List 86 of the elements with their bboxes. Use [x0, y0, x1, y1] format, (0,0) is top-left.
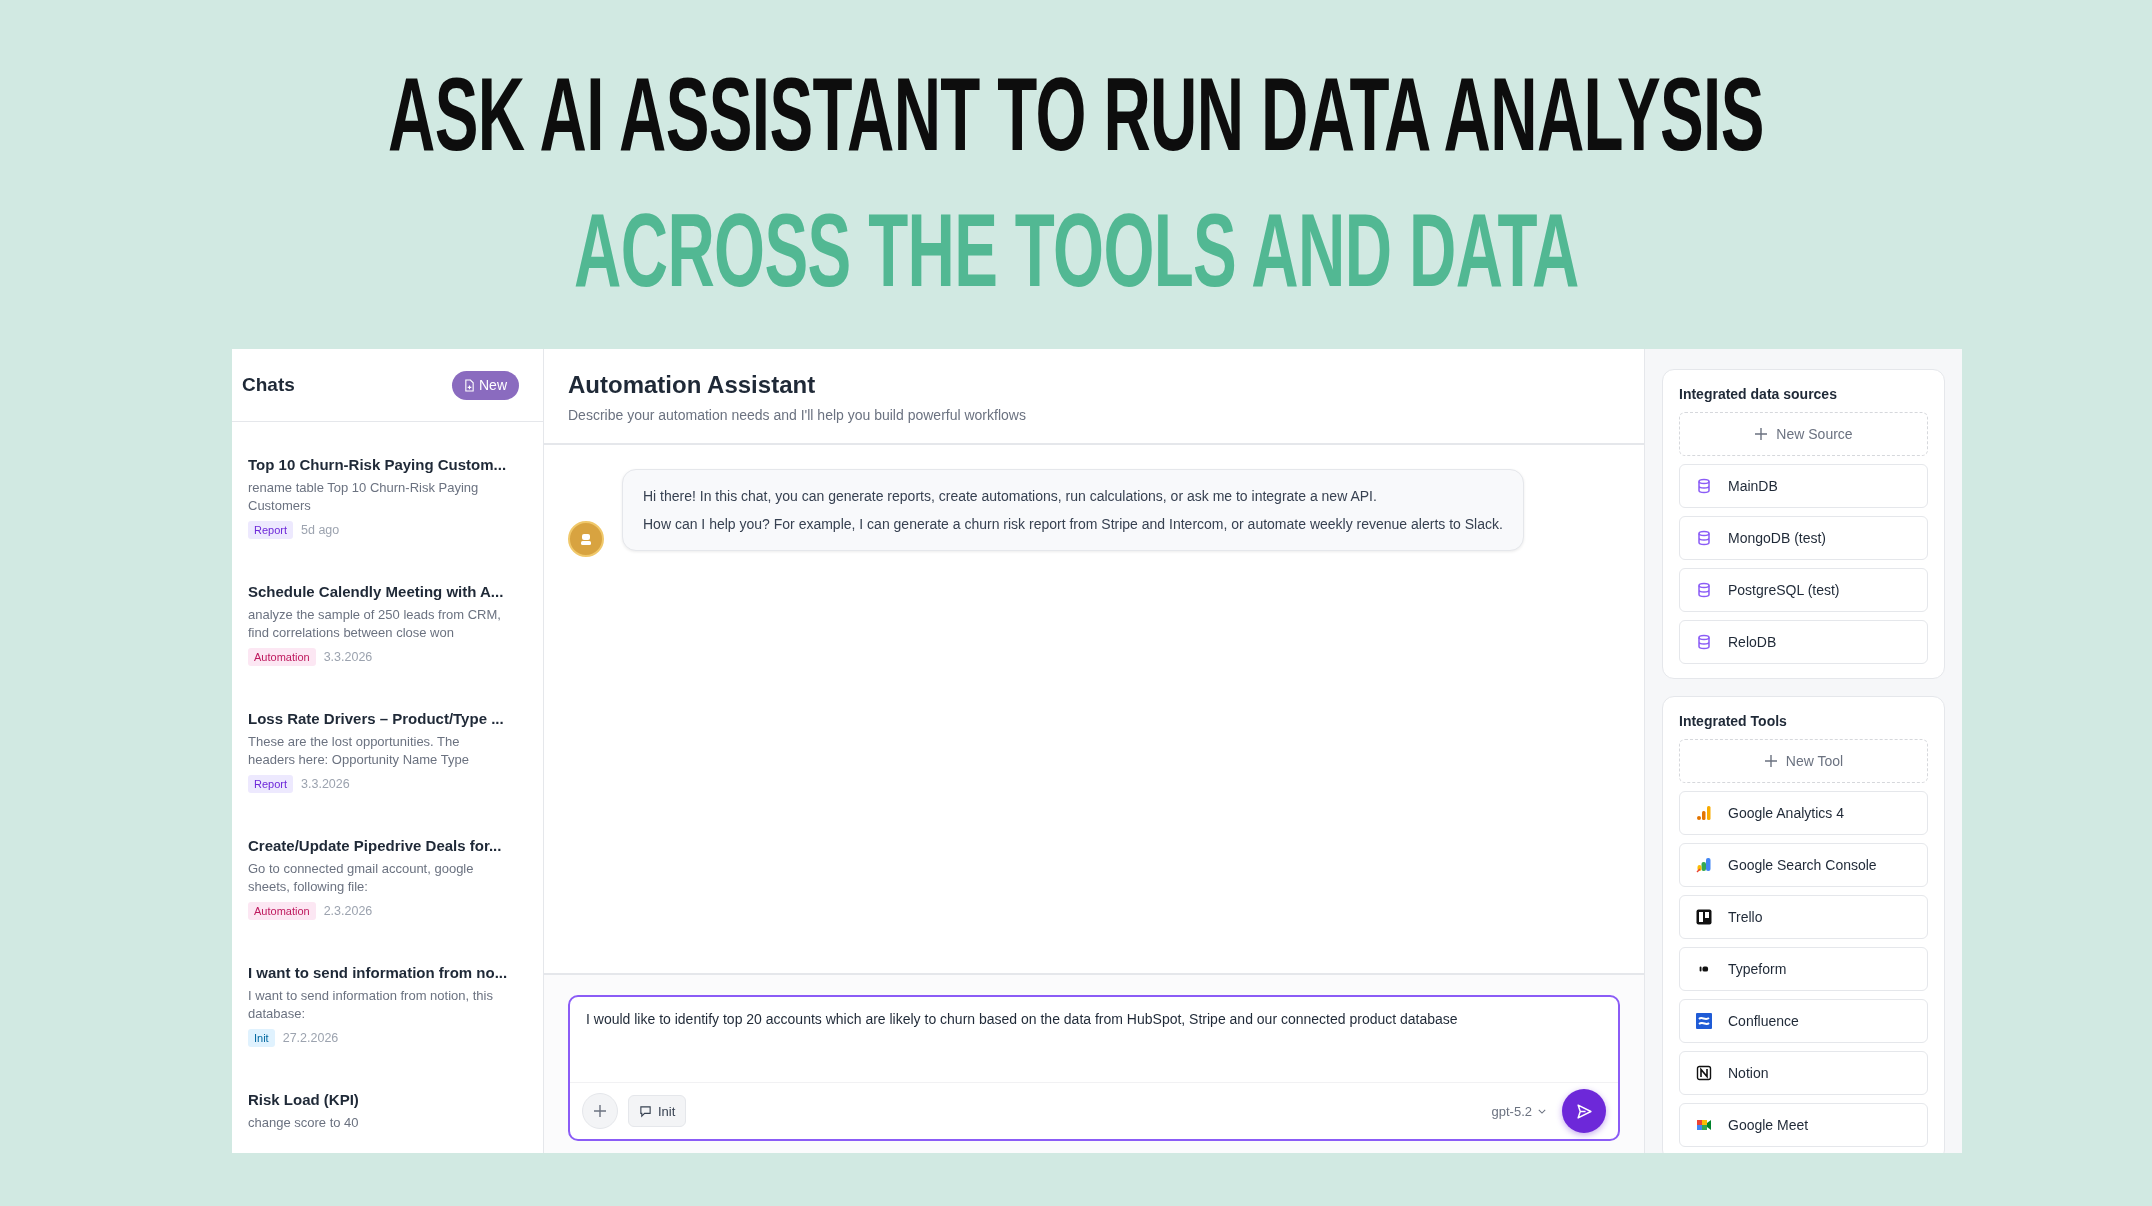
new-document-icon: [464, 378, 475, 392]
chat-item[interactable]: Schedule Calendly Meeting with A... analyze the sample of 250 leads from CRM, find correlations between close won Automation 3.3.2026: [248, 583, 527, 666]
mode-button[interactable]: Init: [628, 1095, 687, 1127]
chat-date: 3.3.2026: [323, 650, 373, 664]
database-icon: [1696, 478, 1712, 494]
chat-tag: Report: [248, 521, 294, 539]
database-icon: [1696, 582, 1712, 598]
integration-name: ReloDB: [1728, 634, 1777, 650]
plus-icon: [1754, 427, 1769, 441]
bar-chart-icon: [1696, 805, 1712, 821]
database-icon: [1696, 530, 1712, 546]
add-button[interactable]: New Source: [1679, 412, 1928, 456]
message-input[interactable]: I would like to identify top 20 accounts which are likely to churn based on the data from HubSpot, Stripe and our connected product database Init gpt-5.2: [568, 995, 1620, 1141]
headline: ASK AI ASSISTANT TO RUN DATA ANALYSIS: [388, 62, 1764, 166]
bot-avatar: [568, 521, 604, 557]
model-selector[interactable]: gpt-5.2: [1485, 1102, 1552, 1120]
integration-item[interactable]: Confluence: [1679, 999, 1928, 1043]
message-text-value: I would like to identify top 20 accounts which are likely to churn based on the data from HubSpot, Stripe and our connected product database: [570, 997, 1618, 1083]
send-icon: [1575, 1102, 1593, 1120]
chat-date: 3.3.2026: [301, 777, 350, 791]
chat-title: Loss Rate Drivers – Product/Type ...: [248, 710, 505, 727]
integration-item[interactable]: Google Meet: [1679, 1103, 1928, 1147]
chat-date: 5d ago: [301, 523, 340, 537]
chat-tag: Report: [248, 775, 294, 793]
integration-name: Google Search Console: [1728, 857, 1877, 873]
integration-item[interactable]: MongoDB (test): [1679, 516, 1928, 560]
integration-item[interactable]: ReloDB: [1679, 620, 1928, 664]
bar-chart-icon: [1696, 857, 1712, 873]
send-button[interactable]: [1562, 1089, 1606, 1133]
chat-preview: Go to connected gmail account, google sheets, following file:: [248, 860, 475, 896]
chat-title: Schedule Calendly Meeting with A...: [248, 583, 505, 600]
plus-icon: [593, 1104, 607, 1118]
chat-item[interactable]: Top 10 Churn-Risk Paying Custom... rename table Top 10 Churn-Risk Paying Customers Report 5d ago: [248, 456, 527, 539]
chevron-down-icon: [1538, 1108, 1546, 1114]
chat-tag: Init: [248, 1029, 275, 1047]
integration-item[interactable]: Typeform: [1679, 947, 1928, 991]
integration-name: Typeform: [1728, 961, 1787, 977]
chat-title: Create/Update Pipedrive Deals for...: [248, 837, 503, 854]
chat-preview: analyze the sample of 250 leads from CRM, find correlations between close won: [248, 606, 502, 642]
integration-name: MongoDB (test): [1728, 530, 1827, 546]
chat-item[interactable]: Loss Rate Drivers – Product/Type ... These are the lost opportunities. The headers here: Opportunity Name Type Report 3.3.2026: [248, 710, 527, 793]
board-icon: [1696, 909, 1712, 925]
plus-icon: [1763, 754, 1778, 768]
attach-button[interactable]: [582, 1093, 618, 1129]
sidebar-title: Chats: [242, 374, 295, 396]
integration-item[interactable]: Google Search Console: [1679, 843, 1928, 887]
integration-name: Trello: [1728, 909, 1763, 925]
chat-preview: I want to send information from notion, this database:: [248, 987, 494, 1023]
database-icon: [1696, 634, 1712, 650]
chat-preview: These are the lost opportunities. The headers here: Opportunity Name Type: [248, 733, 470, 769]
card-title: Integrated Tools: [1679, 713, 1788, 729]
integration-name: MainDB: [1728, 478, 1778, 494]
integration-name: Confluence: [1728, 1013, 1799, 1029]
chat-date: 2.3.2026: [323, 904, 373, 918]
confluence-icon: [1696, 1013, 1712, 1029]
message-text: Hi there! In this chat, you can generate reports, create automations, run calculations, or ask me to integrate a new API.: [643, 488, 1378, 504]
integration-item[interactable]: Google Analytics 4: [1679, 791, 1928, 835]
chat-tag: Automation: [248, 902, 316, 920]
message-text: How can I help you? For example, I can generate a churn risk report from Stripe and Intercom, or automate weekly revenue alerts to Slack.: [643, 516, 1503, 532]
chat-title: Risk Load (KPI): [248, 1091, 360, 1108]
integration-item[interactable]: MainDB: [1679, 464, 1928, 508]
chat-tag: Automation: [248, 648, 316, 666]
integration-name: Google Analytics 4: [1728, 805, 1844, 821]
integration-item[interactable]: Trello: [1679, 895, 1928, 939]
page-subtitle: Describe your automation needs and I'll help you build powerful workflows: [568, 407, 1027, 423]
chat-preview: rename table Top 10 Churn-Risk Paying Customers: [248, 479, 480, 515]
chat-item[interactable]: I want to send information from no... I want to send information from notion, this database: Init 27.2.2026: [248, 964, 527, 1047]
page-title: Automation Assistant: [568, 371, 817, 399]
integration-item[interactable]: Notion: [1679, 1051, 1928, 1095]
add-button[interactable]: New Tool: [1679, 739, 1928, 783]
integration-name: Notion: [1728, 1065, 1769, 1081]
integration-name: Google Meet: [1728, 1117, 1809, 1133]
chat-bubble-icon: [639, 1104, 652, 1118]
video-camera-icon: [1696, 1117, 1712, 1133]
notion-icon: [1696, 1065, 1712, 1081]
card-title: Integrated data sources: [1679, 386, 1838, 402]
chat-title: I want to send information from no...: [248, 964, 509, 981]
integration-item[interactable]: PostgreSQL (test): [1679, 568, 1928, 612]
chat-item[interactable]: Create/Update Pipedrive Deals for... Go to connected gmail account, google sheets, following file: Automation 2.3.2026: [248, 837, 527, 920]
subheadline: ACROSS THE TOOLS AND DATA: [573, 198, 1579, 302]
chat-preview: change score to 40: [248, 1114, 360, 1132]
integration-name: PostgreSQL (test): [1728, 582, 1840, 598]
new-chat-button[interactable]: New: [452, 370, 519, 400]
chat-title: Top 10 Churn-Risk Paying Custom...: [248, 456, 508, 473]
chat-date: 27.2.2026: [282, 1031, 339, 1045]
chat-item[interactable]: Risk Load (KPI) change score to 40: [248, 1091, 527, 1132]
